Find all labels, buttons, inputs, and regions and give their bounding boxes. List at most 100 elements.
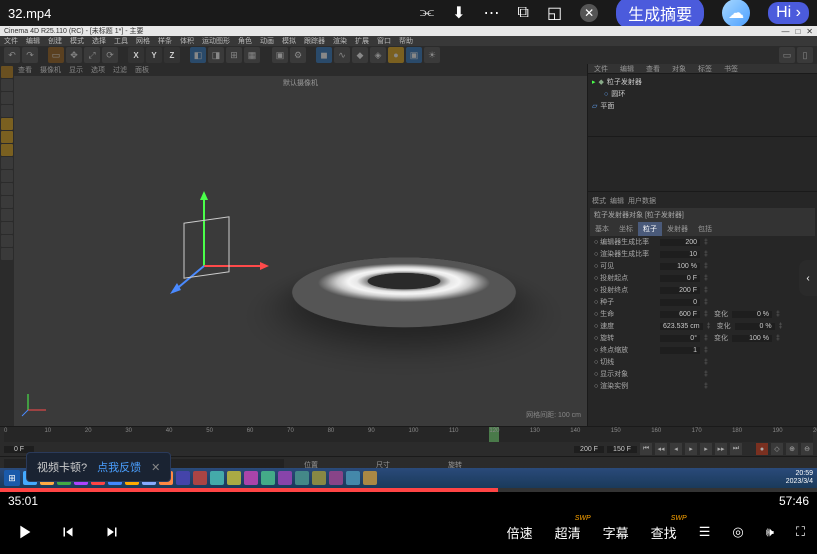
lt-tool[interactable]	[1, 66, 13, 78]
tb-app[interactable]	[312, 471, 326, 485]
menu-item[interactable]: 模式	[70, 36, 84, 46]
menu-item[interactable]: 体积	[180, 36, 194, 46]
attr-subtab[interactable]: 发射器	[662, 222, 693, 236]
attr-value[interactable]: 600 F	[660, 311, 700, 318]
lt-tool[interactable]	[1, 248, 13, 260]
spline-tool[interactable]: ∿	[334, 47, 350, 63]
vp-menu-item[interactable]: 过滤	[113, 65, 127, 75]
attr-mode-tab[interactable]: 模式	[592, 196, 606, 206]
outliner-item-emitter[interactable]: ▸◆粒子发射器	[592, 76, 813, 88]
panel-tab[interactable]: 文件	[588, 64, 614, 73]
share-icon[interactable]: ⫘	[420, 4, 434, 22]
attr-value[interactable]: 623.535 cm	[660, 323, 703, 330]
attr-value[interactable]: 0 F	[660, 275, 700, 282]
attr-subtab[interactable]: 坐标	[614, 222, 638, 236]
attr-subtab[interactable]: 粒子	[638, 222, 662, 236]
pip-icon[interactable]: ⧉	[518, 4, 529, 22]
panel-tab[interactable]: 编辑	[614, 64, 640, 73]
goto-start-button[interactable]: ⏮	[640, 443, 652, 455]
more-icon[interactable]: ⋯	[484, 3, 500, 23]
vp-menu-item[interactable]: 显示	[69, 65, 83, 75]
layout-a[interactable]: ▭	[779, 47, 795, 63]
play-button[interactable]	[12, 520, 36, 544]
prev-frame-button[interactable]: ◂	[670, 443, 682, 455]
video-progress[interactable]	[0, 488, 817, 492]
redo-button[interactable]: ↷	[22, 47, 38, 63]
object-panel-tabs[interactable]: 文件编辑查看对象标签书签	[588, 64, 817, 74]
attr-value[interactable]: 10	[660, 251, 700, 258]
menu-item[interactable]: 模拟	[282, 36, 296, 46]
select-tool[interactable]: ▭	[48, 47, 64, 63]
menu-item[interactable]: 网格	[136, 36, 150, 46]
next-frame-button[interactable]: ▸	[700, 443, 712, 455]
attr-subtab[interactable]: 基本	[590, 222, 614, 236]
z-axis-button[interactable]: Z	[164, 47, 180, 63]
tb-app[interactable]	[210, 471, 224, 485]
menu-item[interactable]: 扩展	[355, 36, 369, 46]
attr-value[interactable]: 0 %	[735, 323, 775, 330]
download-icon[interactable]: ⬇	[452, 3, 465, 23]
tool-a[interactable]: ◧	[190, 47, 206, 63]
lt-tool[interactable]	[1, 131, 13, 143]
key-opt[interactable]: ⊖	[801, 443, 813, 455]
light-tool[interactable]: ☀	[424, 47, 440, 63]
next-key-button[interactable]: ▸▸	[715, 443, 727, 455]
rotate-tool[interactable]: ⟳	[102, 47, 118, 63]
lt-tool[interactable]	[1, 222, 13, 234]
lt-tool[interactable]	[1, 105, 13, 117]
fullscreen-icon[interactable]: ⛶	[796, 524, 805, 540]
lt-tool[interactable]	[1, 183, 13, 195]
field-tool[interactable]: ●	[388, 47, 404, 63]
panel-tab[interactable]: 书签	[718, 64, 744, 73]
attr-value[interactable]: 1	[660, 347, 700, 354]
menu-item[interactable]: 编辑	[26, 36, 40, 46]
tb-app[interactable]	[329, 471, 343, 485]
attr-mode-tab[interactable]: 编辑	[610, 196, 624, 206]
min-icon[interactable]: —	[781, 27, 789, 36]
lt-tool[interactable]	[1, 144, 13, 156]
frame-input[interactable]: 200 F	[574, 446, 604, 453]
max-icon[interactable]: □	[795, 27, 800, 36]
attr-value[interactable]: 0	[660, 299, 700, 306]
speed-button[interactable]: 倍速	[507, 523, 533, 542]
render-settings[interactable]: ⚙	[290, 47, 306, 63]
feedback-link[interactable]: 点我反馈	[97, 459, 141, 475]
tb-app[interactable]	[176, 471, 190, 485]
menu-item[interactable]: 角色	[238, 36, 252, 46]
panel-tab[interactable]: 标签	[692, 64, 718, 73]
lt-tool[interactable]	[1, 157, 13, 169]
move-tool[interactable]: ✥	[66, 47, 82, 63]
tb-app[interactable]	[261, 471, 275, 485]
menu-item[interactable]: 渲染	[333, 36, 347, 46]
menu-bar[interactable]: 文件编辑创建模式选择工具网格样条体积运动图形角色动画模拟跟踪器渲染扩展窗口帮助	[0, 36, 817, 46]
prev-key-button[interactable]: ◂◂	[655, 443, 667, 455]
volume-icon[interactable]: 🕪	[766, 524, 774, 540]
record-button[interactable]: ●	[756, 443, 768, 455]
tool-c[interactable]: ⊞	[226, 47, 242, 63]
tb-app[interactable]	[244, 471, 258, 485]
menu-item[interactable]: 创建	[48, 36, 62, 46]
torus-object[interactable]	[294, 206, 514, 366]
subtitle-button[interactable]: 字幕	[603, 523, 629, 542]
cube-tool[interactable]: ◼	[316, 47, 332, 63]
close-win-icon[interactable]: ✕	[806, 27, 813, 36]
lt-tool[interactable]	[1, 235, 13, 247]
close-icon[interactable]: ✕	[580, 4, 598, 22]
avatar[interactable]: ☁	[722, 0, 750, 27]
panel-tab[interactable]: 查看	[640, 64, 666, 73]
cam-tool[interactable]: ▣	[406, 47, 422, 63]
menu-item[interactable]: 窗口	[377, 36, 391, 46]
outliner-item-torus[interactable]: ○圆环	[592, 88, 813, 100]
attr-value[interactable]: 100 %	[660, 263, 700, 270]
vp-menu-item[interactable]: 面板	[135, 65, 149, 75]
playlist-icon[interactable]: ☰	[699, 524, 711, 540]
lt-tool[interactable]	[1, 118, 13, 130]
undo-button[interactable]: ↶	[4, 47, 20, 63]
timeline[interactable]: 0102030405060708090100110120130140150160…	[0, 426, 817, 442]
loop-icon[interactable]: ◎	[732, 524, 743, 540]
tb-app[interactable]	[363, 471, 377, 485]
tb-app[interactable]	[193, 471, 207, 485]
outliner-item-plane[interactable]: ▱平面	[592, 100, 813, 112]
render-button[interactable]: ▣	[272, 47, 288, 63]
play-button[interactable]: ▸	[685, 443, 697, 455]
